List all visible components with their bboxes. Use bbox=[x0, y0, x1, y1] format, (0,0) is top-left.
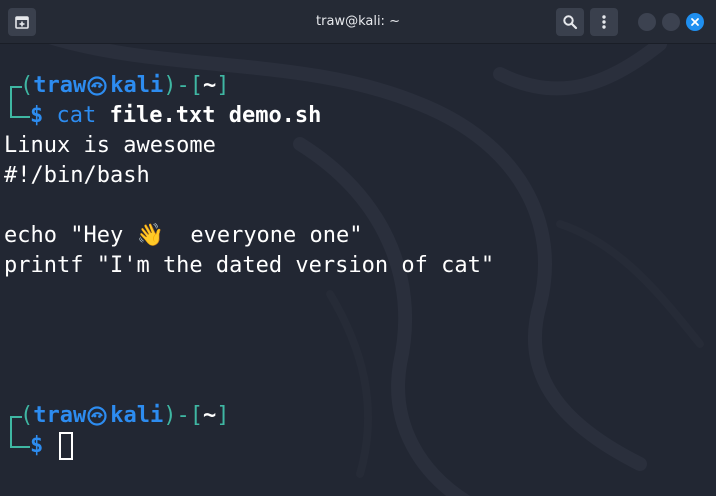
command-args: file.txt demo.sh bbox=[109, 103, 322, 128]
kali-skull-icon bbox=[87, 406, 107, 426]
prompt-path: ~ bbox=[202, 73, 217, 98]
prompt-header: (traw kali)-[~] bbox=[4, 401, 712, 433]
prompt-corner-bottom bbox=[4, 101, 30, 131]
prompt-dollar: $ bbox=[30, 103, 44, 128]
text-cursor[interactable] bbox=[58, 432, 73, 460]
prompt-user: traw bbox=[33, 403, 87, 428]
prompt-close-dash: )-[ bbox=[163, 73, 203, 98]
title-bar: traw@kali: ~ bbox=[0, 0, 716, 44]
close-button[interactable] bbox=[686, 13, 704, 31]
new-tab-button[interactable] bbox=[8, 8, 36, 36]
minimize-button[interactable] bbox=[638, 13, 656, 31]
command-line: $ cat file.txt demo.sh bbox=[4, 101, 712, 131]
command-name: cat bbox=[56, 103, 97, 128]
output-line: Linux is awesome bbox=[4, 133, 216, 158]
kali-skull-icon bbox=[87, 76, 107, 96]
prompt-host: kali bbox=[110, 73, 164, 98]
prompt-end-bracket: ] bbox=[216, 403, 230, 428]
prompt-close-dash: )-[ bbox=[163, 403, 203, 428]
prompt-user: traw bbox=[33, 73, 87, 98]
maximize-button[interactable] bbox=[662, 13, 680, 31]
new-tab-icon bbox=[15, 16, 29, 29]
menu-button[interactable] bbox=[590, 8, 618, 36]
prompt-corner-top bbox=[4, 71, 22, 103]
search-icon bbox=[563, 15, 578, 30]
prompt-corner-bottom bbox=[4, 431, 30, 461]
prompt-path: ~ bbox=[202, 403, 217, 428]
prompt-dollar: $ bbox=[30, 433, 44, 458]
output-line: echo "Hey 👋 everyone one" bbox=[4, 223, 363, 248]
prompt-host: kali bbox=[110, 403, 164, 428]
terminal-output: (traw kali)-[~] $ cat file.txt demo.sh Li… bbox=[4, 71, 712, 461]
output-line: printf "I'm the dated version of cat" bbox=[4, 253, 495, 278]
prompt-header: (traw kali)-[~] bbox=[4, 71, 712, 103]
prompt-end-bracket: ] bbox=[216, 73, 230, 98]
terminal-window: traw@kali: ~ (traw kali)-[~] $ cat file.… bbox=[0, 0, 716, 496]
terminal-area[interactable]: (traw kali)-[~] $ cat file.txt demo.sh Li… bbox=[0, 44, 716, 496]
input-line[interactable]: $ bbox=[4, 431, 712, 461]
search-button[interactable] bbox=[556, 8, 584, 36]
output-line: #!/bin/bash bbox=[4, 163, 150, 188]
prompt-corner-top bbox=[4, 401, 22, 433]
kebab-menu-icon bbox=[602, 15, 606, 29]
close-icon bbox=[691, 18, 699, 26]
